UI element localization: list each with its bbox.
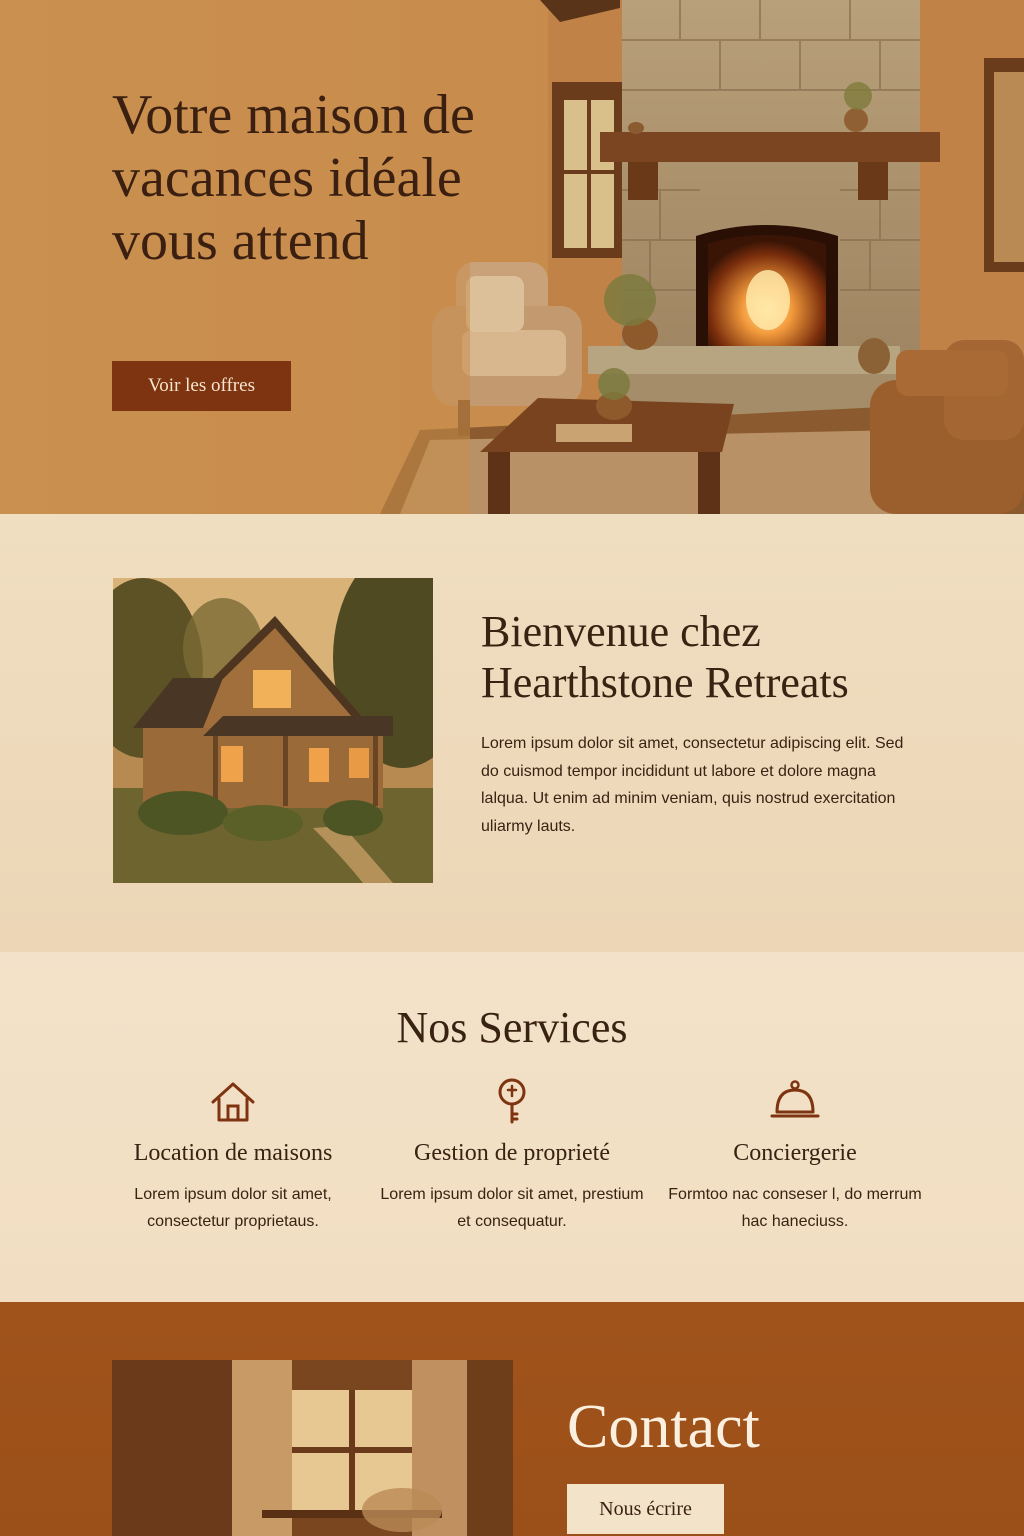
key-icon bbox=[498, 1078, 526, 1124]
service-concierge-title: Conciergerie bbox=[733, 1140, 857, 1166]
service-rental: Location de maisons Lorem ipsum dolor si… bbox=[98, 1076, 368, 1235]
service-concierge: Conciergerie Formtoo nac conseser l, do … bbox=[660, 1076, 930, 1235]
service-management-text: Lorem ipsum dolor sit amet, prestium et … bbox=[380, 1186, 644, 1230]
view-offers-button[interactable]: Voir les offres bbox=[112, 361, 291, 411]
welcome-text: Lorem ipsum dolor sit amet, consectetur … bbox=[481, 735, 904, 835]
welcome-title: Bienvenue chez Hearthstone Retreats bbox=[481, 607, 849, 707]
service-rental-text: Lorem ipsum dolor sit amet, consectetur … bbox=[134, 1186, 332, 1230]
hero-title: Votre maison de vacances idéale vous att… bbox=[112, 84, 475, 272]
contact-title: Contact bbox=[567, 1393, 760, 1461]
services-title: Nos Services bbox=[396, 1003, 628, 1052]
window-curtains-image bbox=[112, 1360, 513, 1536]
hero-section: Votre maison de vacances idéale vous att… bbox=[0, 0, 1024, 514]
house-icon bbox=[211, 1082, 255, 1122]
welcome-section: Bienvenue chez Hearthstone Retreats Lore… bbox=[0, 514, 1024, 952]
cabin-image bbox=[113, 578, 433, 883]
write-us-button[interactable]: Nous écrire bbox=[567, 1484, 724, 1534]
service-management: Gestion de proprieté Lorem ipsum dolor s… bbox=[377, 1076, 647, 1235]
service-rental-title: Location de maisons bbox=[133, 1140, 333, 1166]
service-concierge-text: Formtoo nac conseser l, do merrum hac ha… bbox=[668, 1186, 922, 1230]
services-section: Nos Services Location de maisons Lorem i… bbox=[0, 952, 1024, 1302]
contact-section: Contact Nous écrire bbox=[0, 1302, 1024, 1536]
service-management-title: Gestion de proprieté bbox=[414, 1140, 610, 1166]
cloche-icon bbox=[770, 1080, 820, 1118]
